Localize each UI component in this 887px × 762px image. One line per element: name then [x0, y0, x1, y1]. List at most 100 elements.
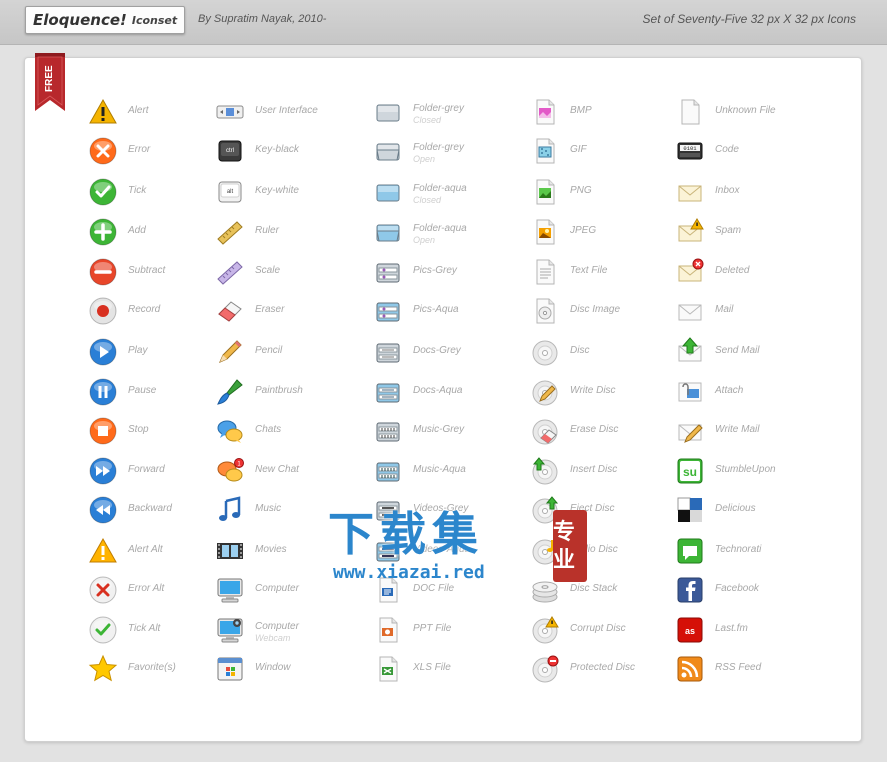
icon-name: Key-white	[255, 185, 299, 196]
docs-grey-icon	[376, 343, 400, 363]
pics-grey-icon	[376, 263, 400, 283]
delicious-icon	[677, 497, 702, 522]
docs-aqua-icon	[376, 383, 400, 403]
icon-name: Computer	[255, 583, 299, 594]
icon-label: Unknown File	[715, 97, 776, 117]
videos-aqua-icon	[376, 542, 400, 562]
folder-aqua-open-icon	[376, 224, 400, 242]
alert-item: Alert	[88, 97, 149, 127]
music-item: Music	[215, 495, 281, 525]
icon-label: Spam	[715, 217, 741, 237]
icon-label: Docs-Grey	[413, 337, 461, 357]
write-disc-item: Write Disc	[530, 377, 616, 407]
icon-label: Technorati	[715, 536, 761, 556]
forward-icon	[89, 457, 117, 485]
icon-label: Alert Alt	[128, 536, 163, 556]
doc-file-item: DOC File	[373, 575, 454, 605]
icon-label: User Interface	[255, 97, 318, 117]
svg-text:ctrl: ctrl	[226, 148, 234, 154]
icon-name: Write Mail	[715, 424, 760, 435]
icon-label: Backward	[128, 495, 172, 515]
icon-label: Attach	[715, 377, 743, 397]
icon-name: RSS Feed	[715, 662, 762, 673]
svg-text:as: as	[685, 626, 695, 636]
send-mail-icon	[678, 337, 702, 362]
icon-label: Erase Disc	[570, 416, 618, 436]
erase-disc-item: Erase Disc	[530, 416, 618, 446]
music-aqua-icon	[376, 462, 400, 482]
icon-name: Ruler	[255, 225, 279, 236]
mail-item: Mail	[675, 296, 733, 326]
alert-icon	[89, 98, 117, 124]
pics-aqua-item: Pics-Aqua	[373, 296, 459, 326]
folder-aqua-open-item: Folder-aqua Open	[373, 217, 467, 247]
icon-name: Delicious	[715, 503, 756, 514]
disc-image-item: Disc Image	[530, 296, 620, 326]
icon-label: Paintbrush	[255, 377, 303, 397]
icon-name: Send Mail	[715, 345, 760, 356]
icon-label: Folder-aqua Open	[413, 217, 467, 246]
window-item: Window	[215, 654, 290, 684]
icon-label: Computer Webcam	[255, 615, 299, 644]
icon-variant: Closed	[413, 195, 442, 205]
icon-name: Pics-Grey	[413, 265, 457, 276]
pics-grey-item: Pics-Grey	[373, 257, 457, 287]
gif-icon	[536, 138, 555, 164]
eject-disc-item: Eject Disc	[530, 495, 614, 525]
tick-icon	[89, 178, 117, 206]
icon-name: Folder-grey	[413, 142, 464, 153]
icon-name: Stop	[128, 424, 149, 435]
user-interface-icon	[216, 105, 244, 119]
music-grey-item: Music-Grey	[373, 416, 464, 446]
docs-aqua-item: Docs-Aqua	[373, 377, 462, 407]
png-icon	[536, 179, 555, 205]
icon-label: Audio Disc	[570, 536, 618, 556]
icon-name: JPEG	[570, 225, 597, 236]
icon-label: Music-Grey	[413, 416, 464, 436]
key-white-item: alt Key-white	[215, 177, 299, 207]
icon-name: Attach	[715, 385, 744, 396]
ruler-item: Ruler	[215, 217, 279, 247]
icon-name: Scale	[255, 265, 281, 276]
unknown-file-item: Unknown File	[675, 97, 776, 127]
icon-label: Add	[128, 217, 146, 237]
icon-name: Pause	[128, 385, 157, 396]
icon-label: Folder-aqua Closed	[413, 177, 467, 206]
icon-label: Record	[128, 296, 160, 316]
icon-name: Eraser	[255, 304, 285, 315]
insert-disc-item: Insert Disc	[530, 456, 617, 486]
icon-label: Pics-Grey	[413, 257, 457, 277]
write-disc-icon	[532, 380, 558, 406]
icon-label: Favorite(s)	[128, 654, 176, 674]
icon-label: DOC File	[413, 575, 454, 595]
icon-label: PNG	[570, 177, 592, 197]
backward-icon	[89, 496, 117, 524]
icon-label: Facebook	[715, 575, 759, 595]
icon-label: Protected Disc	[570, 654, 635, 674]
rss-feed-icon	[677, 656, 703, 682]
icon-name: Docs-Aqua	[413, 385, 463, 396]
icon-name: Alert	[128, 105, 149, 116]
ruler-icon	[217, 221, 243, 245]
text-file-item: Text File	[530, 257, 607, 287]
icon-name: Music	[255, 503, 282, 514]
icon-label: Videos-Aqua	[413, 536, 470, 556]
xls-file-item: XLS File	[373, 654, 451, 684]
icon-name: Docs-Grey	[413, 345, 461, 356]
play-item: Play	[88, 337, 147, 367]
computer-webcam-icon	[217, 618, 243, 643]
facebook-item: Facebook	[675, 575, 759, 605]
icon-label: Tick	[128, 177, 146, 197]
add-icon	[89, 218, 117, 246]
eraser-icon	[218, 301, 242, 322]
delicious-item: Delicious	[675, 495, 756, 525]
icon-label: Mail	[715, 296, 733, 316]
new-chat-icon: 1	[217, 458, 244, 482]
deleted-item: Deleted	[675, 257, 749, 287]
play-icon	[89, 338, 117, 366]
write-mail-item: Write Mail	[675, 416, 759, 446]
icon-label: Last.fm	[715, 615, 748, 635]
erase-disc-icon	[532, 419, 558, 445]
error-icon	[89, 137, 117, 165]
icon-label: Deleted	[715, 257, 749, 277]
